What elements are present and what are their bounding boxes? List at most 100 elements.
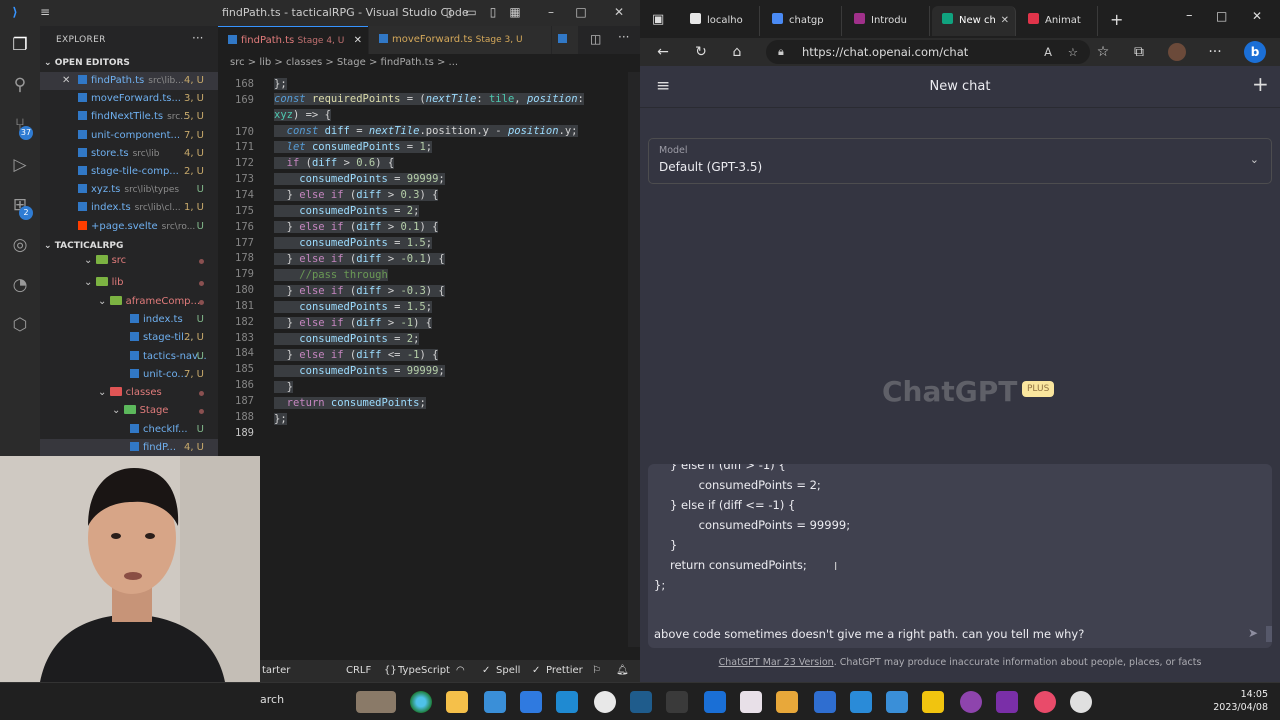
toggle-panel-icon[interactable]: ▭: [464, 5, 478, 19]
music-icon[interactable]: [1034, 691, 1056, 713]
open-editor-item[interactable]: stage-tile-comp... 2, U: [40, 163, 218, 181]
sticky-notes-icon[interactable]: [922, 691, 944, 713]
refresh-icon[interactable]: ↻: [690, 41, 712, 63]
menu-icon[interactable]: ≡: [38, 5, 52, 19]
search-icon[interactable]: ⚲: [9, 74, 31, 96]
open-editor-item[interactable]: +page.svelte src\ro... U: [40, 218, 218, 236]
profile-avatar[interactable]: [1168, 43, 1186, 61]
taskbar-search[interactable]: arch: [260, 693, 284, 706]
widgets-icon[interactable]: [356, 691, 396, 713]
open-editor-item[interactable]: index.ts src\lib\cl... 1, U: [40, 199, 218, 217]
tree-folder[interactable]: ⌄ aframeComp...: [40, 293, 218, 311]
slack-icon[interactable]: [740, 691, 762, 713]
prompt-input[interactable]: above code sometimes doesn't give me a r…: [648, 464, 1272, 648]
browser-tab[interactable]: New ch ✕: [932, 6, 1016, 36]
tree-file[interactable]: checkIf... U: [40, 421, 218, 439]
tree-file[interactable]: tactics-nav... U: [40, 348, 218, 366]
open-editor-item[interactable]: findNextTile.ts src... 5, U: [40, 108, 218, 126]
browser-tab[interactable]: chatgp: [762, 6, 842, 36]
new-tab-icon[interactable]: +: [1110, 10, 1123, 29]
obs-icon[interactable]: [1070, 691, 1092, 713]
file-explorer-icon[interactable]: [446, 691, 468, 713]
split-editor-icon[interactable]: ◫: [590, 32, 601, 46]
open-editor-item[interactable]: unit-component... 7, U: [40, 127, 218, 145]
clock-app-icon[interactable]: [594, 691, 616, 713]
open-editors-section[interactable]: ⌄ OPEN EDITORS: [40, 54, 218, 72]
feedback-icon[interactable]: ⚐: [592, 660, 601, 682]
browser-tab[interactable]: localho: [680, 6, 760, 36]
browser-tab[interactable]: Introdu: [844, 6, 930, 36]
more-actions-icon[interactable]: ···: [192, 31, 203, 45]
minimize-icon[interactable]: –: [1186, 8, 1193, 23]
tree-folder[interactable]: ⌄ Stage: [40, 402, 218, 420]
explorer-icon[interactable]: ❐: [9, 34, 31, 56]
layout-icon[interactable]: ▦: [508, 5, 522, 19]
status-prettier[interactable]: Prettier: [546, 660, 583, 682]
open-editor-item[interactable]: ✕ findPath.ts src\lib... 4, U: [40, 72, 218, 90]
tab-moveforward[interactable]: moveForward.ts Stage 3, U: [369, 26, 551, 54]
maximize-icon[interactable]: □: [574, 5, 588, 19]
code-editor[interactable]: }; const requiredPoints = (nextTile: til…: [218, 72, 640, 647]
status-starter[interactable]: tarter: [262, 660, 290, 682]
status-eol[interactable]: CRLF: [346, 660, 371, 682]
close-icon[interactable]: ✕: [612, 5, 626, 19]
address-bar[interactable]: 🔒︎ https://chat.openai.com/chat A ☆: [766, 40, 1090, 64]
teams-icon[interactable]: [886, 691, 908, 713]
editor-more-icon[interactable]: ···: [618, 30, 629, 44]
toggle-secondary-icon[interactable]: ▯: [486, 5, 500, 19]
trello-icon[interactable]: [704, 691, 726, 713]
settings-more-icon[interactable]: ···: [1204, 41, 1226, 63]
maximize-icon[interactable]: □: [1216, 9, 1227, 23]
system-clock[interactable]: 14:05 2023/04/08: [1198, 688, 1268, 714]
bing-app-icon[interactable]: [850, 691, 872, 713]
editor-scrollbar[interactable]: [628, 72, 640, 647]
bing-icon[interactable]: b: [1244, 41, 1266, 63]
tree-folder[interactable]: ⌄ src: [40, 252, 218, 270]
remote-icon[interactable]: ⬡: [9, 314, 31, 336]
toggle-sidebar-icon[interactable]: ▯: [442, 5, 456, 19]
tree-file[interactable]: stage-til... 2, U: [40, 329, 218, 347]
status-language[interactable]: TypeScript: [398, 660, 450, 682]
version-link[interactable]: ChatGPT Mar 23 Version: [719, 657, 834, 668]
tab-findpath[interactable]: findPath.ts Stage 4, U ✕: [218, 26, 368, 54]
store-icon[interactable]: [520, 691, 542, 713]
input-scrollbar[interactable]: [1266, 626, 1272, 642]
git-graph-icon[interactable]: ◔: [9, 274, 31, 296]
sketch-icon[interactable]: [776, 691, 798, 713]
send-icon[interactable]: ➤: [1248, 626, 1258, 640]
status-spell[interactable]: Spell: [496, 660, 520, 682]
close-editor-icon[interactable]: ✕: [62, 72, 70, 90]
app-icon[interactable]: [630, 691, 652, 713]
edge-tools-icon[interactable]: ◎: [9, 234, 31, 256]
tree-folder[interactable]: ⌄ lib: [40, 274, 218, 292]
onenote-icon[interactable]: [996, 691, 1018, 713]
github-icon[interactable]: [960, 691, 982, 713]
favorites-icon[interactable]: ☆: [1092, 41, 1114, 63]
tree-file[interactable]: findP... 4, U: [40, 439, 218, 457]
notifications-icon[interactable]: 🔔︎: [616, 660, 629, 682]
new-chat-plus-icon[interactable]: +: [1252, 72, 1269, 96]
tree-folder[interactable]: ⌄ classes: [40, 384, 218, 402]
mail-icon[interactable]: [484, 691, 506, 713]
tab-close-icon[interactable]: ✕: [354, 27, 362, 55]
tab-overflow[interactable]: [552, 26, 578, 54]
back-icon[interactable]: ←: [652, 41, 674, 63]
collections-icon[interactable]: ⧉: [1128, 41, 1150, 63]
tab-actions-icon[interactable]: ▣: [652, 12, 664, 27]
tree-file[interactable]: unit-co... 7, U: [40, 366, 218, 384]
tab-close-icon[interactable]: ✕: [1001, 6, 1009, 36]
outlook-icon[interactable]: [814, 691, 836, 713]
open-editor-item[interactable]: moveForward.ts... 3, U: [40, 90, 218, 108]
home-icon[interactable]: ⌂: [726, 41, 748, 63]
browser-tab[interactable]: Animat: [1018, 6, 1098, 36]
tree-file[interactable]: index.ts U: [40, 311, 218, 329]
terminal-icon[interactable]: [666, 691, 688, 713]
vscode-icon[interactable]: [556, 691, 578, 713]
close-icon[interactable]: ✕: [1252, 9, 1262, 23]
open-editor-item[interactable]: store.ts src\lib 4, U: [40, 145, 218, 163]
open-editor-item[interactable]: xyz.ts src\lib\types U: [40, 181, 218, 199]
model-selector[interactable]: Model Default (GPT-3.5) ⌄: [648, 138, 1272, 184]
minimize-icon[interactable]: –: [544, 5, 558, 19]
read-aloud-icon[interactable]: A: [1044, 40, 1052, 64]
edge-icon[interactable]: [410, 691, 432, 713]
